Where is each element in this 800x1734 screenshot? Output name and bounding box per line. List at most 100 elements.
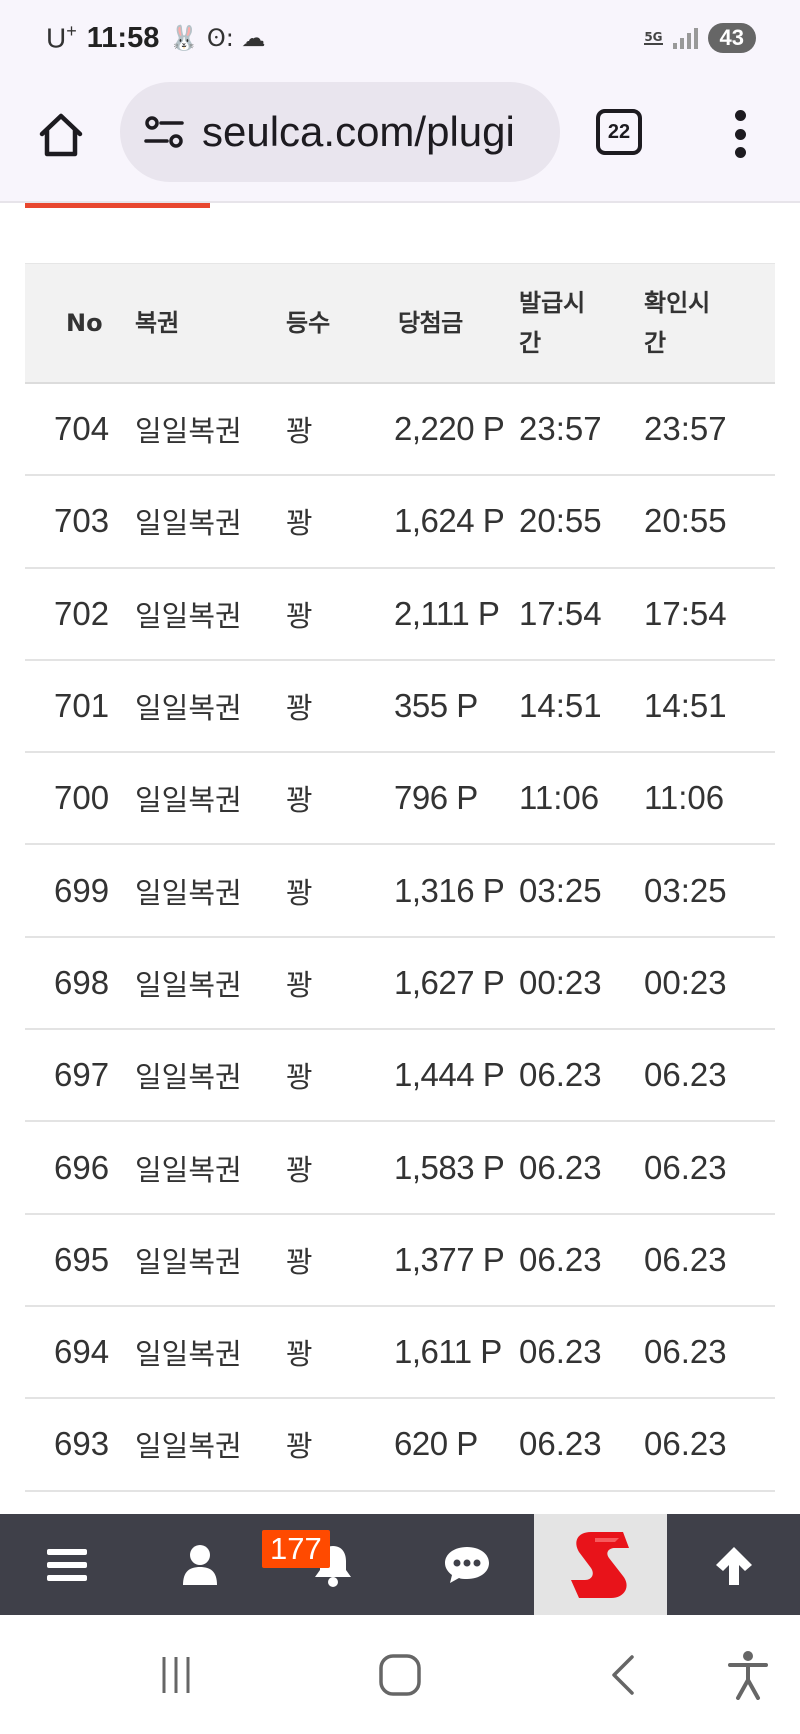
cell-rank: 꽝 (286, 414, 313, 449)
cell-prize: 1,316 P (394, 871, 505, 909)
cell-rank: 꽝 (286, 1337, 313, 1372)
site-bottom-bar (0, 1514, 800, 1615)
cell-checked-time: 06.23 (644, 1425, 727, 1463)
table-row: 703 일일복권 꽝 1,624 P 20:55 20:55 (25, 476, 775, 569)
header-issued-time: 발급시 간 (519, 289, 586, 357)
cell-lottery: 일일복권 (135, 967, 242, 1002)
cell-checked-time: 03:25 (644, 871, 727, 909)
back-button[interactable] (584, 1635, 664, 1715)
cell-no: 701 (54, 687, 110, 725)
cell-lottery: 일일복권 (135, 1060, 242, 1095)
site-logo[interactable] (534, 1514, 667, 1615)
cell-rank: 꽝 (286, 967, 313, 1002)
cell-lottery: 일일복권 (135, 1152, 242, 1187)
table-row: 693 일일복권 꽝 620 P 06.23 06.23 (25, 1399, 775, 1492)
home-button[interactable] (30, 104, 92, 166)
browser-toolbar: seulca.com/plugi 22 (0, 76, 800, 203)
system-nav-bar (0, 1615, 800, 1734)
table-row: 702 일일복권 꽝 2,111 P 17:54 17:54 (25, 569, 775, 661)
accessibility-button[interactable] (708, 1635, 788, 1715)
cell-no: 694 (54, 1333, 110, 1371)
cell-no: 699 (54, 871, 110, 909)
url-text: seulca.com/plugi (202, 108, 515, 155)
address-bar[interactable]: seulca.com/plugi (120, 82, 560, 182)
cell-lottery: 일일복권 (135, 1429, 242, 1464)
cell-no: 704 (54, 410, 110, 448)
cell-rank: 꽝 (286, 875, 313, 910)
table-row: 697 일일복권 꽝 1,444 P 06.23 06.23 (25, 1030, 775, 1123)
cell-rank: 꽝 (286, 691, 313, 726)
header-prize: 당첨금 (398, 309, 463, 337)
table-row: 695 일일복권 꽝 1,377 P 06.23 06.23 (25, 1215, 775, 1307)
signal-icon (672, 27, 698, 49)
back-icon (612, 1655, 634, 1695)
cell-prize: 1,377 P (394, 1240, 505, 1278)
cell-issued-time: 06.23 (519, 1148, 602, 1186)
cell-prize: 1,583 P (394, 1148, 505, 1186)
active-tab-indicator (25, 203, 210, 208)
cell-issued-time: 00:23 (519, 963, 602, 1001)
cell-prize: 2,220 P (394, 410, 505, 448)
cell-lottery: 일일복권 (135, 414, 242, 449)
cell-rank: 꽝 (286, 1244, 313, 1279)
chat-icon (444, 1546, 489, 1583)
cell-checked-time: 06.23 (644, 1056, 727, 1094)
header-rank: 등수 (286, 309, 331, 337)
site-settings-icon[interactable] (142, 110, 186, 154)
cell-rank: 꽝 (286, 1429, 313, 1464)
recent-apps-button[interactable] (136, 1635, 216, 1715)
cell-lottery: 일일복권 (135, 598, 242, 633)
recent-apps-icon (162, 1657, 190, 1693)
home-nav-button[interactable] (360, 1635, 440, 1715)
header-lottery: 복권 (135, 309, 180, 337)
cell-checked-time: 23:57 (644, 410, 727, 448)
scroll-top-button[interactable] (667, 1514, 800, 1615)
cell-rank: 꽝 (286, 506, 313, 541)
cell-issued-time: 06.23 (519, 1333, 602, 1371)
status-time: 11:58 (86, 21, 160, 54)
chat-button[interactable] (400, 1514, 533, 1615)
table-body: 704 일일복권 꽝 2,220 P 23:57 23:57 703 일일복권 꽝 1,624 P… (25, 384, 775, 1492)
cell-issued-time: 20:55 (519, 502, 602, 540)
tab-switcher-button[interactable]: 22 (596, 109, 642, 155)
cell-checked-time: 11:06 (644, 779, 725, 817)
cell-issued-time: 03:25 (519, 871, 602, 909)
cell-no: 695 (54, 1240, 110, 1278)
s-logo-icon (570, 1531, 629, 1598)
notification-icons: 🐰 ʘ: ☁ (169, 24, 266, 52)
browser-menu-icon[interactable] (722, 106, 758, 162)
cell-checked-time: 06.23 (644, 1148, 727, 1186)
cell-no: 700 (54, 779, 110, 817)
cell-rank: 꽝 (286, 598, 313, 633)
cell-issued-time: 06.23 (519, 1425, 602, 1463)
notification-count-badge: 177 (262, 1530, 330, 1568)
table-row: 696 일일복권 꽝 1,583 P 06.23 06.23 (25, 1122, 775, 1215)
cell-prize: 796 P (394, 779, 478, 817)
cell-prize: 1,611 P (394, 1333, 502, 1371)
cell-no: 696 (54, 1148, 110, 1186)
cell-rank: 꽝 (286, 1152, 313, 1187)
cell-prize: 1,627 P (394, 963, 505, 1001)
cell-issued-time: 14:51 (519, 687, 602, 725)
user-button[interactable] (133, 1514, 266, 1615)
cell-lottery: 일일복권 (135, 783, 242, 818)
cell-issued-time: 11:06 (519, 779, 600, 817)
battery-indicator: 43 (707, 23, 756, 53)
menu-button[interactable] (0, 1514, 133, 1615)
cell-checked-time: 17:54 (644, 594, 727, 632)
home-icon (39, 113, 83, 157)
cell-issued-time: 06.23 (519, 1240, 602, 1278)
cell-prize: 355 P (394, 687, 478, 725)
cell-checked-time: 14:51 (644, 687, 727, 725)
cell-rank: 꽝 (286, 783, 313, 818)
cell-prize: 620 P (394, 1425, 478, 1463)
carrier-label: U+ (46, 21, 77, 54)
table-row: 698 일일복권 꽝 1,627 P 00:23 00:23 (25, 938, 775, 1031)
home-nav-icon (379, 1654, 421, 1696)
table-row: 701 일일복권 꽝 355 P 14:51 14:51 (25, 661, 775, 754)
cell-issued-time: 23:57 (519, 410, 602, 448)
table-row: 704 일일복권 꽝 2,220 P 23:57 23:57 (25, 384, 775, 477)
cell-no: 703 (54, 502, 110, 540)
table-row: 700 일일복권 꽝 796 P 11:06 11:06 (25, 753, 775, 846)
cell-rank: 꽝 (286, 1060, 313, 1095)
